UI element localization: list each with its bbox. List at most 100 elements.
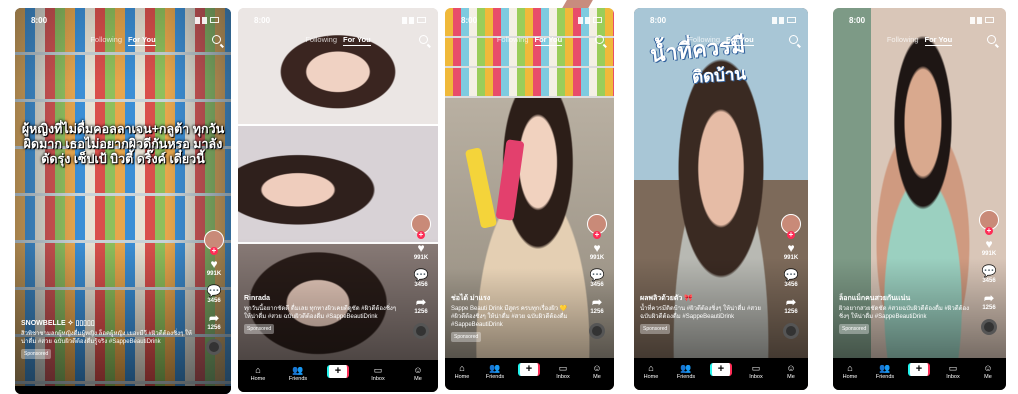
like-count: 991K (981, 251, 997, 257)
create-button[interactable]: + (518, 363, 540, 376)
status-time: 8:00 (31, 16, 48, 25)
share-count: 1256 (207, 325, 221, 331)
comment-icon[interactable]: 💬 (409, 269, 433, 281)
comment-icon[interactable]: 💬 (202, 285, 226, 297)
create-button[interactable]: + (908, 363, 930, 376)
username[interactable]: ช่อได้ ม่าแรง (451, 295, 578, 303)
username[interactable]: SNOWBELLE ✧ ▯▯▯▯▯ (21, 320, 195, 328)
heart-icon[interactable]: ♥ (202, 258, 226, 270)
action-rail: ♥991K 💬3456 ➦1256 (779, 214, 803, 339)
music-disc-icon[interactable] (413, 323, 429, 339)
phone-3-screen: 8:00 FollowingFor You ♥991K 💬3456 ➦1256 … (445, 8, 614, 390)
username[interactable]: ผลพลิวด้วยตัว 🎀 (640, 295, 772, 303)
tab-following[interactable]: Following (90, 35, 122, 44)
video-caption: ผลพลิวด้วยตัว 🎀 น้ำที่ควรมีติดบ้าน #ผิวด… (640, 295, 772, 334)
home-icon: ⌂ (648, 363, 654, 373)
heart-icon[interactable]: ♥ (585, 242, 609, 254)
inbox-icon: ▭ (751, 363, 761, 373)
nav-home[interactable]: ⌂ Home (636, 363, 666, 380)
nav-home[interactable]: ⌂ Home (835, 363, 865, 380)
nav-friends[interactable]: 👥 Friends (671, 363, 701, 380)
username[interactable]: ล็อกแม็กคนสวยกันเเน่น (839, 295, 970, 303)
tab-following[interactable]: Following (497, 35, 529, 44)
nav-me-label: Me (593, 374, 601, 380)
caption-text: ทุกวันนี้อยากชัดดี ดื่มเลย ทุกทางผิวเคยด… (244, 306, 397, 320)
nav-friends[interactable]: 👥 Friends (480, 363, 510, 380)
nav-me[interactable]: ☺ Me (403, 365, 433, 382)
nav-inbox[interactable]: ▭ Inbox (938, 363, 968, 380)
music-disc-icon[interactable] (981, 319, 997, 335)
nav-inbox[interactable]: ▭ Inbox (741, 363, 771, 380)
nav-me[interactable]: ☺ Me (776, 363, 806, 380)
heart-icon[interactable]: ♥ (409, 242, 433, 254)
nav-inbox[interactable]: ▭ Inbox (363, 365, 393, 382)
nav-inbox-label: Inbox (556, 374, 570, 380)
search-icon[interactable] (595, 35, 604, 44)
nav-home[interactable]: ⌂ Home (447, 363, 477, 380)
creator-avatar[interactable] (979, 210, 999, 235)
share-icon[interactable]: ➦ (779, 296, 803, 308)
share-icon[interactable]: ➦ (977, 292, 1001, 304)
comment-icon[interactable]: 💬 (585, 269, 609, 281)
nav-home-label: Home (643, 374, 659, 380)
nav-friends[interactable]: 👥 Friends (283, 365, 313, 382)
nav-inbox-label: Inbox (749, 374, 763, 380)
music-disc-icon[interactable] (206, 339, 222, 355)
share-count: 1256 (414, 309, 428, 315)
nav-home-label: Home (842, 374, 858, 380)
tab-for-you[interactable]: For You (726, 35, 754, 46)
comment-icon[interactable]: 💬 (977, 265, 1001, 277)
share-icon[interactable]: ➦ (202, 312, 226, 324)
nav-friends[interactable]: 👥 Friends (870, 363, 900, 380)
bottom-nav (15, 386, 231, 394)
username[interactable]: Rinrada (244, 295, 402, 303)
nav-home[interactable]: ⌂ Home (243, 365, 273, 382)
creator-avatar[interactable] (781, 214, 801, 239)
search-icon[interactable] (419, 35, 428, 44)
phone-4-screen: น้ำที่ควรมี ติดบ้าน 8:00 Following For Yo… (634, 8, 808, 390)
system-icons (402, 17, 426, 24)
sponsored-badge: Sponsored (21, 349, 52, 359)
like-count: 991K (206, 271, 222, 277)
heart-icon[interactable]: ♥ (779, 242, 803, 254)
search-icon[interactable] (987, 35, 996, 44)
creator-avatar[interactable] (204, 230, 224, 255)
tab-following[interactable]: Following (305, 35, 337, 44)
caption-text: ผิวอยากสวยชัดชัด #สวยฉบับผิวดีต้องดื่ม #… (839, 306, 970, 320)
music-disc-icon[interactable] (589, 323, 605, 339)
search-icon[interactable] (789, 35, 798, 44)
tab-for-you[interactable]: For You (534, 35, 563, 46)
creator-avatar[interactable] (411, 214, 431, 239)
nav-me[interactable]: ☺ Me (582, 363, 612, 380)
tab-for-you[interactable]: For You (128, 35, 156, 46)
inbox-icon: ▭ (558, 363, 568, 373)
video-caption: ล็อกแม็กคนสวยกันเเน่น ผิวอยากสวยชัดชัด #… (839, 295, 970, 334)
create-button[interactable]: + (710, 363, 732, 376)
nav-friends-label: Friends (485, 374, 505, 380)
creator-avatar[interactable] (587, 214, 607, 239)
nav-me-label: Me (414, 376, 422, 382)
heart-icon[interactable]: ♥ (977, 238, 1001, 250)
music-disc-icon[interactable] (783, 323, 799, 339)
share-icon[interactable]: ➦ (585, 296, 609, 308)
system-icons (578, 17, 602, 24)
tab-for-you[interactable]: For You (924, 35, 953, 46)
nav-me[interactable]: ☺ Me (973, 363, 1003, 380)
system-icons (970, 17, 994, 24)
status-time: 8:00 (849, 16, 866, 25)
bottom-nav: ⌂ Home 👥 Friends + ▭ Inbox ☺ Me (833, 358, 1006, 390)
nav-inbox[interactable]: ▭ Inbox (548, 363, 578, 380)
comment-icon[interactable]: 💬 (779, 269, 803, 281)
comment-count: 3456 (414, 282, 428, 288)
search-icon[interactable] (212, 35, 221, 44)
tab-following[interactable]: Following (887, 35, 919, 44)
share-icon[interactable]: ➦ (409, 296, 433, 308)
system-icons (772, 17, 796, 24)
profile-icon: ☺ (983, 363, 993, 373)
status-bar: 8:00 (833, 14, 1006, 28)
phone-5-screen: 8:00 FollowingFor You ♥991K 💬3456 ➦1256 … (833, 8, 1006, 390)
profile-icon: ☺ (592, 363, 602, 373)
tab-following[interactable]: Following (688, 35, 720, 44)
tab-for-you[interactable]: For You (343, 35, 371, 46)
create-button[interactable]: + (327, 365, 349, 378)
